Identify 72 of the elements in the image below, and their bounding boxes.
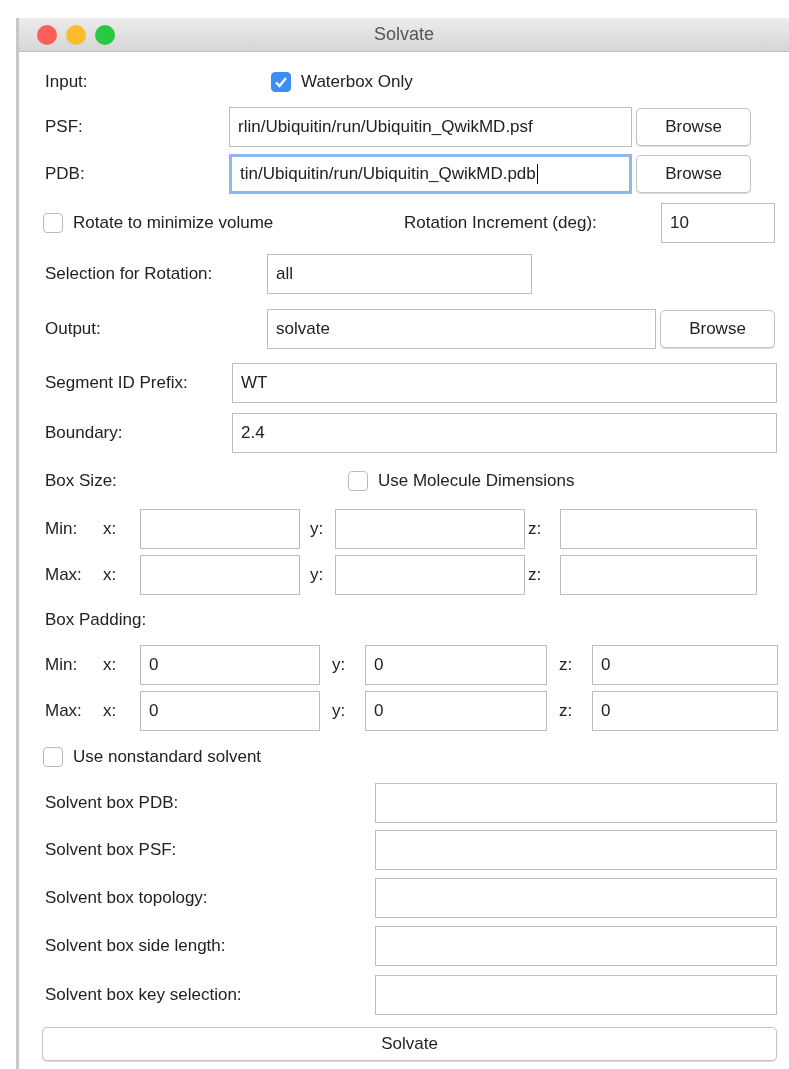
browse-button[interactable]: Browse (636, 154, 751, 193)
field-label: Solvent box PDB: (45, 792, 180, 815)
input-field[interactable] (560, 555, 757, 595)
field-label: Input: (45, 71, 89, 94)
input-field[interactable] (375, 878, 777, 918)
input-field[interactable]: solvate (267, 308, 656, 349)
window-title: Solvate (374, 23, 435, 46)
input-field[interactable]: 0 (365, 690, 547, 731)
field-label: Use Molecule Dimensions (378, 470, 575, 493)
field-label: x: (103, 653, 118, 676)
close-icon[interactable] (37, 24, 57, 45)
checkmark-icon (274, 75, 288, 89)
field-label: Boundary: (45, 422, 124, 445)
checkbox[interactable] (43, 747, 63, 767)
input-field[interactable]: 2.4 (232, 413, 777, 453)
input-field[interactable]: 10 (661, 202, 775, 243)
input-field[interactable] (335, 508, 525, 549)
field-label: Rotate to minimize volume (73, 211, 274, 234)
field-label: Box Padding: (45, 609, 148, 632)
field-label: Solvent box side length: (45, 935, 227, 958)
field-label: PDB: (45, 162, 86, 185)
field-label: PSF: (45, 115, 84, 138)
field-label: Min: (45, 517, 79, 540)
input-field[interactable]: 0 (592, 690, 778, 731)
field-label: Min: (45, 653, 79, 676)
input-field[interactable] (375, 783, 777, 823)
browse-button[interactable]: Browse (660, 309, 775, 348)
solvate-button[interactable]: Solvate (42, 1027, 777, 1061)
input-field[interactable]: rlin/Ubiquitin/run/Ubiquitin_QwikMD.psf (229, 106, 632, 147)
input-field[interactable] (375, 830, 777, 870)
checkbox[interactable] (271, 72, 291, 92)
field-label: x: (103, 564, 118, 587)
browse-button[interactable]: Browse (636, 107, 751, 146)
input-field[interactable]: all (267, 253, 532, 294)
field-label: Selection for Rotation: (45, 262, 214, 285)
field-label: Waterbox Only (301, 71, 413, 94)
input-field[interactable]: 0 (592, 644, 778, 685)
field-label: Box Size: (45, 470, 118, 493)
field-label: z: (527, 517, 543, 540)
input-field[interactable] (140, 508, 300, 549)
field-label: z: (558, 699, 574, 722)
field-label: Rotation Increment (deg): (404, 211, 598, 234)
field-label: Output: (45, 317, 102, 340)
checkbox[interactable] (43, 212, 63, 233)
field-label: y: (309, 517, 325, 540)
field-label: Solvent box PSF: (45, 839, 178, 862)
field-label: y: (331, 653, 347, 676)
field-label: Solvent box key selection: (45, 984, 243, 1007)
field-label: z: (558, 653, 574, 676)
field-label: x: (103, 517, 118, 540)
field-label: Max: (45, 699, 83, 722)
input-field[interactable] (140, 555, 300, 595)
input-field[interactable]: 0 (365, 644, 547, 685)
input-field[interactable]: WT (232, 363, 777, 403)
zoom-icon[interactable] (95, 24, 115, 45)
minimize-icon[interactable] (66, 24, 86, 45)
field-label: z: (527, 564, 543, 587)
checkbox[interactable] (348, 471, 368, 491)
field-label: Max: (45, 564, 83, 587)
field-label: Solvent box topology: (45, 887, 209, 910)
input-field[interactable] (335, 555, 525, 595)
input-field[interactable]: 0 (140, 644, 320, 685)
input-field[interactable]: 0 (140, 690, 320, 731)
field-label: Segment ID Prefix: (45, 372, 189, 395)
input-field[interactable]: tin/Ubiquitin/run/Ubiquitin_QwikMD.pdb (229, 153, 632, 194)
input-field[interactable] (560, 508, 757, 549)
field-label: y: (309, 564, 325, 587)
input-field[interactable] (375, 975, 777, 1015)
field-label: y: (331, 699, 347, 722)
input-field[interactable] (375, 926, 777, 966)
field-label: x: (103, 699, 118, 722)
field-label: Use nonstandard solvent (73, 746, 262, 769)
